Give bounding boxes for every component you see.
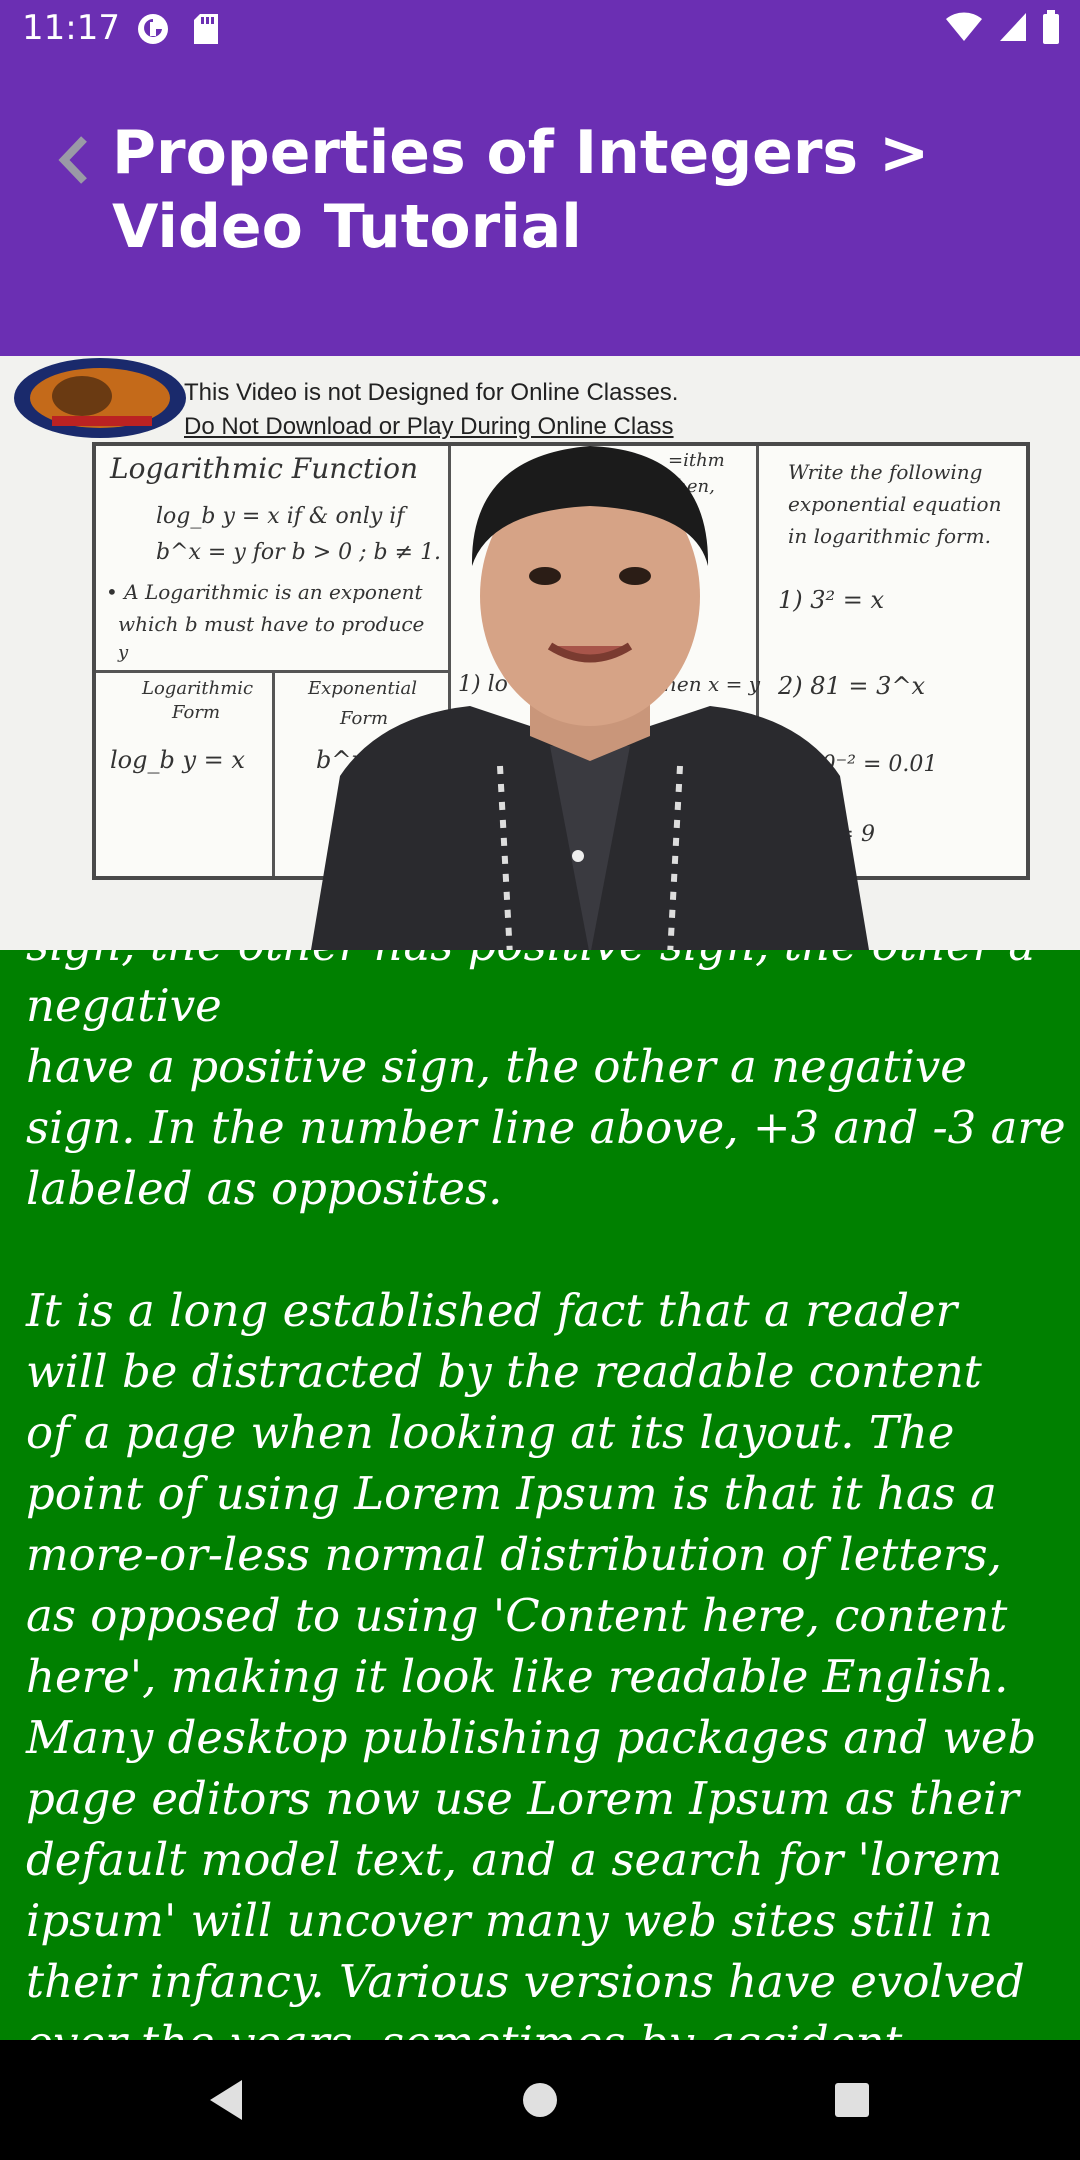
board-text: Form: [172, 702, 221, 723]
recents-square-icon: [835, 2083, 869, 2117]
lesson-text: sign, the other has positive sign, the o…: [26, 950, 1066, 2040]
board-text: log_b y = x: [110, 746, 245, 774]
lesson-content[interactable]: sign, the other has positive sign, the o…: [0, 950, 1080, 2040]
watermark-line: This Video is not Designed for Online Cl…: [184, 379, 679, 406]
status-time: 11:17: [22, 8, 120, 48]
nav-home-button[interactable]: [510, 2070, 570, 2130]
channel-logo: [14, 358, 186, 438]
wifi-icon: [944, 11, 984, 47]
sd-card-icon: [192, 12, 220, 50]
battery-icon: [1042, 10, 1060, 48]
home-circle-icon: [523, 2083, 557, 2117]
presenter-image: [311, 446, 869, 950]
chevron-left-icon: [58, 136, 87, 184]
app-bar: Properties of Integers > Video Tutorial: [0, 58, 1080, 356]
board-text: y: [118, 642, 129, 663]
board-text: Logarithmic: [142, 678, 254, 699]
page-title: Properties of Integers > Video Tutorial: [112, 118, 930, 262]
nav-back-button[interactable]: [196, 2070, 256, 2130]
back-button[interactable]: [44, 130, 104, 190]
data-saver-icon: [136, 12, 170, 50]
nav-recents-button[interactable]: [822, 2070, 882, 2130]
back-triangle-icon: [210, 2080, 242, 2120]
video-player[interactable]: Logarithmic Function log_b y = x if & on…: [0, 356, 1080, 950]
status-bar: 11:17: [0, 0, 1080, 58]
signal-icon: [998, 11, 1028, 47]
navigation-bar: [0, 2040, 1080, 2160]
